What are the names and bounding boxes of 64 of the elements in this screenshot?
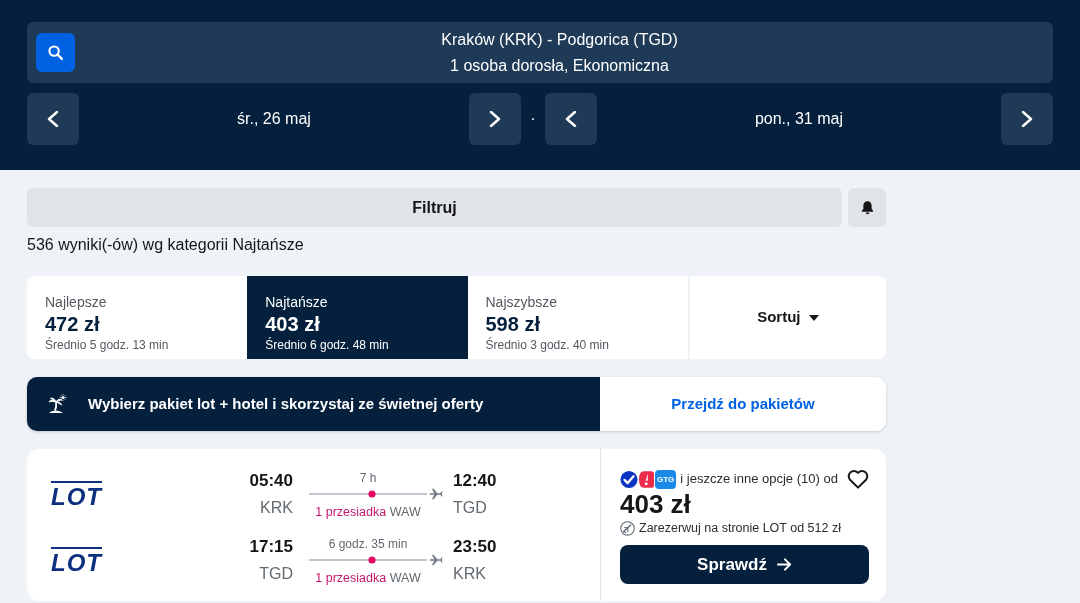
chevron-left-icon[interactable] bbox=[564, 111, 577, 127]
price-alert-button[interactable] bbox=[848, 188, 886, 227]
alert-badge-icon bbox=[639, 469, 654, 489]
flight-path-icon bbox=[309, 490, 427, 498]
arrival-time: 23:50 bbox=[453, 536, 498, 558]
select-button[interactable]: Sprawdź bbox=[620, 545, 869, 584]
date-text[interactable]: śr., 26 maj bbox=[237, 110, 311, 127]
arrival-time: 12:40 bbox=[453, 470, 498, 492]
flight-duration: 6 godz. 35 min bbox=[327, 536, 409, 553]
search-icon[interactable] bbox=[48, 45, 63, 60]
tab-title: Najlepsze bbox=[45, 294, 108, 311]
tab-title: Najszybsze bbox=[485, 294, 559, 311]
departure-airport: TGD bbox=[258, 564, 293, 584]
price: 403 zł bbox=[620, 489, 692, 519]
previous-date-button[interactable] bbox=[544, 93, 597, 145]
stop-airport: WAW bbox=[389, 505, 421, 519]
departure-time: 05:40 bbox=[248, 470, 293, 492]
heart-icon[interactable] bbox=[847, 469, 869, 489]
date-separator: · bbox=[530, 110, 536, 127]
chevron-right-icon[interactable] bbox=[1021, 111, 1033, 127]
filter-button[interactable]: Filtruj bbox=[27, 188, 842, 227]
arrival-airport: TGD bbox=[453, 498, 488, 518]
departure-airport: KRK bbox=[259, 498, 293, 518]
flight-duration: 7 h bbox=[358, 470, 378, 487]
chevron-left-icon[interactable] bbox=[47, 111, 59, 127]
previous-date-button[interactable] bbox=[27, 93, 79, 145]
tab-title: Najtańsze bbox=[265, 294, 329, 311]
route-text: Kraków (KRK) - Podgorica (TGD) bbox=[440, 29, 679, 50]
tab-price: 472 zł bbox=[45, 312, 101, 337]
search-summary-bar[interactable]: Kraków (KRK) - Podgorica (TGD) 1 osoba dorosła, Ekonomiczna bbox=[27, 22, 1053, 83]
tab-duration: Średnio 5 godz. 13 min bbox=[45, 337, 170, 353]
more-options-text: i jeszcze inne opcje (10) od bbox=[680, 470, 838, 489]
plane-icon bbox=[429, 488, 443, 500]
tab-price: 598 zł bbox=[485, 312, 541, 337]
tab-duration: Średnio 3 godz. 40 min bbox=[485, 337, 610, 353]
tab-price: 403 zł bbox=[265, 312, 321, 337]
arrival-airport: KRK bbox=[453, 564, 487, 584]
plane-circle-icon bbox=[620, 520, 635, 536]
direct-booking-text: Zarezerwuj na stronie LOT od 512 zł bbox=[639, 520, 841, 537]
provider-badge: GTG bbox=[655, 469, 677, 489]
passengers-text: 1 osoba dorosła, Ekonomiczna bbox=[449, 55, 670, 76]
departure-time: 17:15 bbox=[248, 536, 293, 558]
check-badge-icon bbox=[620, 469, 638, 489]
search-button[interactable] bbox=[36, 33, 75, 72]
sort-tab[interactable]: Najtańsze 403 zł Średnio 6 godz. 48 min bbox=[247, 276, 468, 359]
stops-text: 1 przesiadka bbox=[315, 505, 387, 519]
stop-airport: WAW bbox=[389, 571, 421, 585]
date-text[interactable]: pon., 31 maj bbox=[754, 110, 843, 127]
sort-button[interactable]: Sortuj bbox=[687, 276, 886, 359]
stops-text: 1 przesiadka bbox=[315, 571, 387, 585]
bell-icon[interactable] bbox=[859, 200, 875, 215]
next-date-button[interactable] bbox=[468, 93, 521, 145]
plane-icon bbox=[429, 554, 443, 566]
airline-logo: LOT bbox=[51, 546, 102, 576]
results-summary: 536 wyniki(-ów) wg kategorii Najtańsze bbox=[27, 235, 305, 255]
tab-duration: Średnio 6 godz. 48 min bbox=[265, 337, 390, 353]
flight-path-icon bbox=[309, 556, 427, 564]
palm-tree-icon bbox=[47, 394, 67, 414]
chevron-right-icon[interactable] bbox=[488, 111, 501, 127]
promo-text: Wybierz pakiet lot + hotel i skorzystaj ze świetnej oferty bbox=[88, 393, 484, 414]
caret-down-icon[interactable] bbox=[808, 314, 819, 321]
next-date-button[interactable] bbox=[1001, 93, 1053, 145]
arrow-right-icon[interactable] bbox=[776, 558, 792, 571]
airline-logo: LOT bbox=[51, 480, 102, 510]
